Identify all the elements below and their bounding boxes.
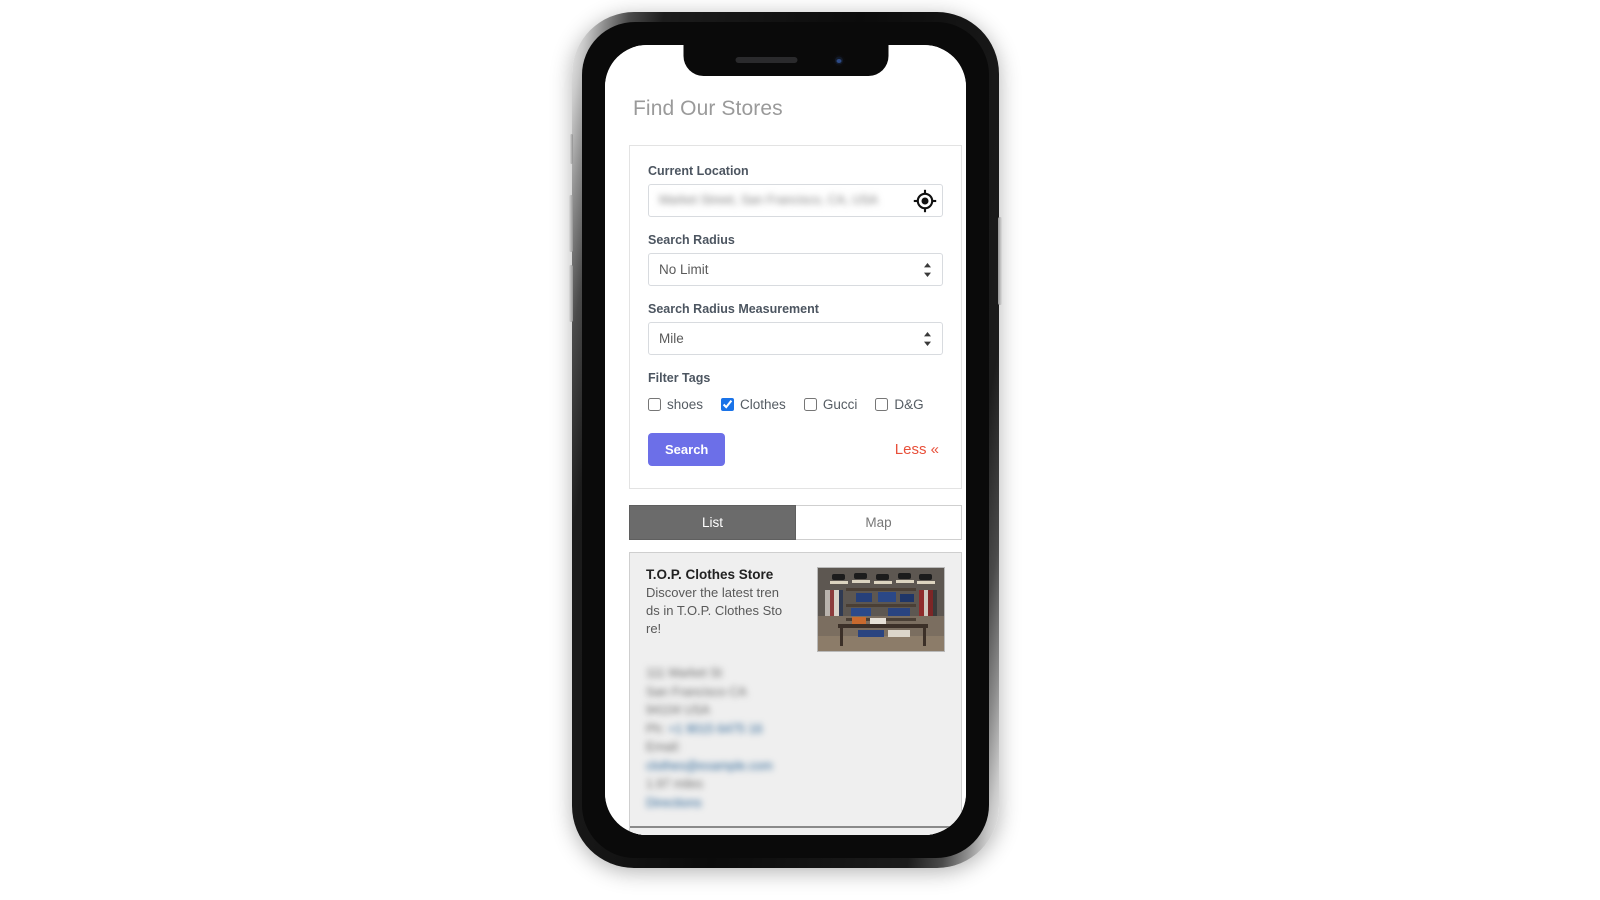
earpiece-speaker-icon: [735, 57, 797, 63]
screenshot-stage: Find Our Stores Current Location Market …: [0, 0, 1600, 900]
filter-tag-clothes[interactable]: Clothes: [721, 394, 786, 414]
search-radius-label: Search Radius: [648, 233, 735, 247]
filter-tag-clothes-checkbox[interactable]: [721, 397, 735, 411]
phone-device-frame: Find Our Stores Current Location Market …: [569, 12, 1002, 868]
current-location-input-wrapper: Market Street, San Francisco, CA, USA: [648, 184, 943, 217]
store-result-item[interactable]: T.O.P. Clothes Store Discover the latest…: [630, 553, 961, 652]
store-distance: 1.97 miles: [646, 777, 703, 791]
silent-switch-button[interactable]: [570, 134, 573, 164]
less-toggle-link[interactable]: Less «: [895, 441, 939, 458]
store-email-label: Email:: [646, 740, 681, 754]
store-address-line3: 94104 USA: [646, 703, 710, 717]
filter-tag-shoes-label: shoes: [667, 396, 704, 412]
store-address-line2: San Francisco CA: [646, 684, 747, 699]
my-location-crosshair-icon[interactable]: [913, 189, 937, 213]
filter-tag-dg[interactable]: D&G: [875, 394, 924, 414]
store-results-list: T.O.P. Clothes Store Discover the latest…: [629, 552, 962, 835]
search-actions-row: Search Less «: [648, 433, 943, 466]
phone-bezel: Find Our Stores Current Location Market …: [582, 22, 989, 858]
phone-notch: [683, 45, 888, 76]
current-location-input[interactable]: [648, 184, 943, 217]
filter-tag-clothes-label: Clothes: [740, 396, 786, 412]
store-phone-label: Ph:: [646, 721, 665, 736]
search-button[interactable]: Search: [648, 433, 726, 466]
store-description: Discover the latest trends in T.O.P. Clo…: [646, 585, 783, 636]
filter-tag-gucci-label: Gucci: [822, 396, 858, 412]
volume-down-button[interactable]: [569, 265, 573, 322]
filter-tag-shoes-checkbox[interactable]: [648, 397, 661, 411]
filter-tag-dg-label: D&G: [894, 396, 924, 412]
store-address-line1: 111 Market St: [646, 666, 722, 680]
phone-screen: Find Our Stores Current Location Market …: [605, 45, 966, 835]
store-locator-page: Find Our Stores Current Location Market …: [605, 45, 966, 835]
search-radius-measurement-select-wrapper: Mile: [648, 322, 943, 355]
search-panel: Current Location Market Street, San Fran…: [629, 145, 962, 489]
view-mode-tabs: List Map: [629, 505, 962, 540]
filter-tag-gucci-checkbox[interactable]: [803, 397, 817, 411]
store-text-block: T.O.P. Clothes Store Discover the latest…: [646, 567, 817, 652]
filter-tag-gucci[interactable]: Gucci: [803, 394, 858, 414]
current-location-label: Current Location: [648, 164, 749, 178]
view-map-button[interactable]: View Map: [630, 826, 961, 835]
store-email-link[interactable]: clothes@example.com: [646, 757, 945, 776]
store-directions-link[interactable]: Directions: [646, 794, 945, 813]
store-contact-details: 111 Market St San Francisco CA 94104 USA…: [630, 652, 961, 826]
search-radius-measurement-label: Search Radius Measurement: [648, 302, 819, 316]
search-radius-measurement-select[interactable]: Mile: [648, 322, 943, 355]
filter-tag-dg-checkbox[interactable]: [875, 397, 889, 411]
filter-tags-group: shoes Clothes Gucci D&G: [648, 391, 943, 414]
volume-up-button[interactable]: [569, 195, 573, 252]
tab-list[interactable]: List: [629, 505, 796, 540]
tab-map[interactable]: Map: [796, 505, 962, 540]
store-thumbnail-image: [817, 567, 945, 652]
store-name: T.O.P. Clothes Store: [646, 567, 774, 582]
filter-tag-shoes[interactable]: shoes: [648, 394, 703, 414]
page-title: Find Our Stores: [633, 97, 783, 120]
store-phone-row: Ph: +1 9015 6475 16: [646, 720, 945, 739]
filter-tags-label: Filter Tags: [648, 371, 711, 385]
search-radius-select-wrapper: No Limit: [648, 253, 943, 286]
front-camera-icon: [833, 55, 844, 66]
store-phone-link[interactable]: +1 9015 6475 16: [668, 720, 762, 739]
power-button[interactable]: [998, 217, 1002, 305]
search-radius-select[interactable]: No Limit: [648, 253, 943, 286]
